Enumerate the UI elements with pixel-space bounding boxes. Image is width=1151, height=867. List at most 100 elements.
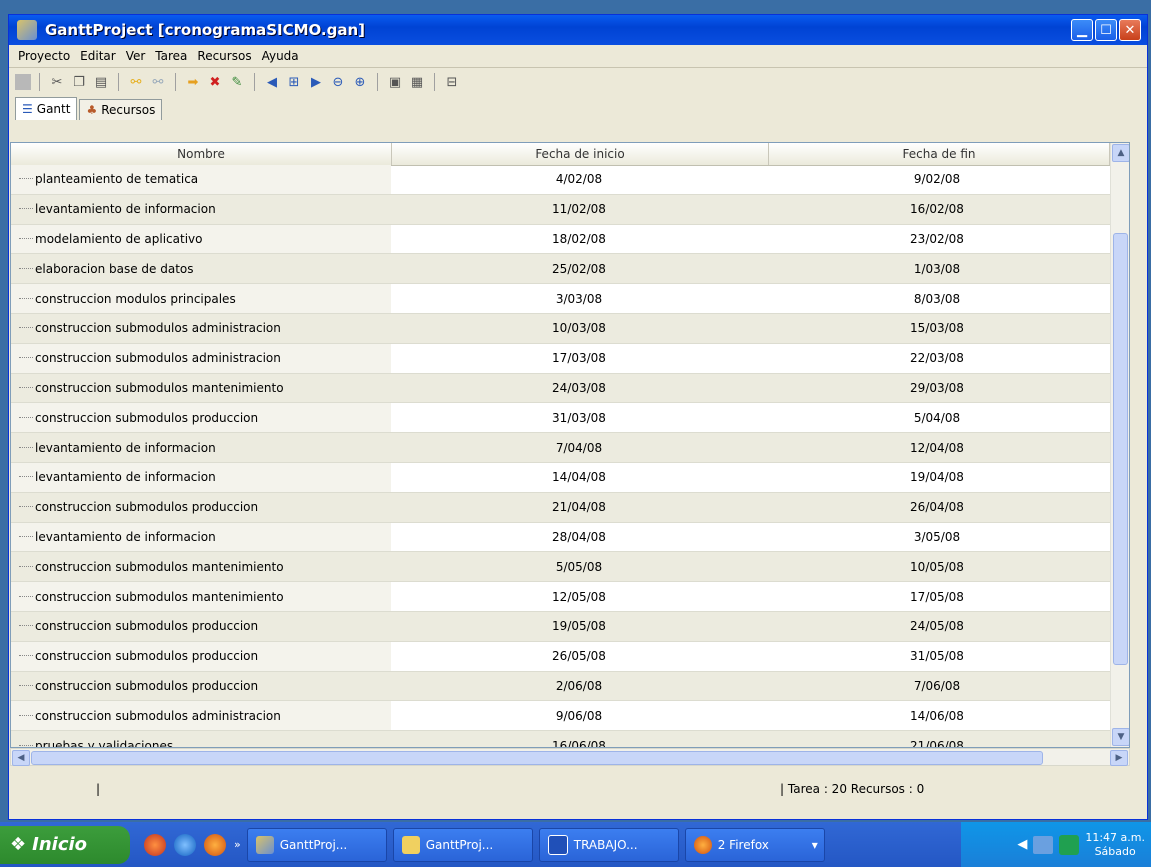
table-row[interactable]: construccion submodulos administracion 17… (11, 343, 1111, 374)
tab-recursos[interactable]: ♣ Recursos (79, 99, 163, 120)
ie-icon[interactable] (174, 833, 196, 856)
start-date-cell[interactable]: 3/03/08 (391, 284, 767, 313)
end-date-cell[interactable]: 26/04/08 (767, 493, 1107, 522)
end-date-cell[interactable]: 14/06/08 (767, 701, 1107, 730)
table-row[interactable]: construccion submodulos mantenimiento 24/… (11, 373, 1111, 404)
table-row[interactable]: construccion submodulos produccion 21/04/… (11, 492, 1111, 523)
horizontal-scroll-thumb[interactable] (31, 751, 1043, 765)
task-name-cell[interactable]: construccion submodulos produccion (11, 403, 391, 433)
paste-icon[interactable]: ▤ (92, 73, 110, 91)
start-date-cell[interactable]: 14/04/08 (391, 463, 767, 492)
table-row[interactable]: construccion submodulos produccion 26/05/… (11, 641, 1111, 672)
start-date-cell[interactable]: 19/05/08 (391, 612, 767, 641)
task-name-cell[interactable]: elaboracion base de datos (11, 254, 391, 284)
new-task-icon[interactable]: ➡ (184, 73, 202, 91)
start-date-cell[interactable]: 31/03/08 (391, 403, 767, 432)
start-date-cell[interactable]: 9/06/08 (391, 701, 767, 730)
clock[interactable]: 11:47 a.m. Sábado (1085, 831, 1145, 859)
task-name-cell[interactable]: construccion modulos principales (11, 284, 391, 313)
network-icon[interactable] (1033, 835, 1054, 854)
task-name-cell[interactable]: construccion submodulos mantenimiento (11, 373, 391, 403)
tab-gantt[interactable]: ☰ Gantt (15, 97, 78, 120)
zoom-in-icon[interactable]: ⊕ (351, 73, 369, 91)
menu-recursos[interactable]: Recursos (192, 49, 256, 63)
table-row[interactable]: construccion submodulos produccion 2/06/0… (11, 671, 1111, 702)
start-date-cell[interactable]: 2/06/08 (391, 672, 767, 701)
task-firefox[interactable]: 2 Firefox ▾ (684, 827, 825, 862)
menu-proyecto[interactable]: Proyecto (13, 49, 75, 63)
menu-editar[interactable]: Editar (75, 49, 121, 63)
start-date-cell[interactable]: 25/02/08 (391, 254, 767, 283)
end-date-cell[interactable]: 19/04/08 (767, 463, 1107, 492)
task-name-cell[interactable]: pruebas y validaciones (11, 731, 391, 747)
menu-ayuda[interactable]: Ayuda (257, 49, 304, 63)
maximize-button[interactable]: ☐ (1095, 19, 1117, 41)
start-button[interactable]: ❖ Inicio (0, 825, 130, 864)
end-date-cell[interactable]: 24/05/08 (767, 612, 1107, 641)
start-date-cell[interactable]: 18/02/08 (391, 225, 767, 254)
task-name-cell[interactable]: levantamiento de informacion (11, 194, 391, 224)
scroll-left-arrow-icon[interactable]: ◀ (12, 750, 30, 766)
print-icon[interactable]: ▦ (408, 73, 426, 91)
task-name-cell[interactable]: construccion submodulos produccion (11, 611, 391, 641)
start-date-cell[interactable]: 10/03/08 (391, 314, 767, 343)
end-date-cell[interactable]: 21/06/08 (767, 731, 1107, 747)
table-row[interactable]: construccion submodulos produccion 31/03/… (11, 403, 1111, 434)
end-date-cell[interactable]: 16/02/08 (767, 195, 1107, 224)
link-icon[interactable]: ⚯ (127, 73, 145, 91)
minimize-button[interactable]: ▁ (1071, 19, 1093, 41)
task-name-cell[interactable]: construccion submodulos administracion (11, 343, 391, 373)
table-row[interactable]: construccion modulos principales 3/03/08 8… (11, 284, 1111, 314)
outline-icon[interactable]: ⊟ (443, 73, 461, 91)
scroll-down-icon[interactable]: ▼ (1112, 728, 1129, 746)
vertical-scroll-thumb[interactable] (1113, 233, 1128, 665)
start-date-cell[interactable]: 17/03/08 (391, 344, 767, 373)
task-name-cell[interactable]: construccion submodulos produccion (11, 492, 391, 522)
end-date-cell[interactable]: 31/05/08 (767, 642, 1107, 671)
title-bar[interactable]: GanttProject [cronogramaSICMO.gan] ▁ ☐ ✕ (9, 15, 1147, 45)
table-row[interactable]: pruebas y validaciones 16/06/08 21/06/08 (11, 731, 1111, 747)
horizontal-scrollbar[interactable]: ◀ ▶ (10, 748, 1130, 766)
task-name-cell[interactable]: levantamiento de informacion (11, 433, 391, 462)
start-date-cell[interactable]: 11/02/08 (391, 195, 767, 224)
table-row[interactable]: elaboracion base de datos 25/02/08 1/03/08 (11, 254, 1111, 285)
end-date-cell[interactable]: 7/06/08 (767, 672, 1107, 701)
task-name-cell[interactable]: construccion submodulos mantenimiento (11, 552, 391, 582)
scroll-up-icon[interactable]: ▲ (1112, 144, 1129, 162)
scroll-left-icon[interactable]: ◀ (263, 73, 281, 91)
table-row[interactable]: planteamiento de tematica 4/02/08 9/02/08 (11, 165, 1111, 195)
task-name-cell[interactable]: modelamiento de aplicativo (11, 224, 391, 254)
end-date-cell[interactable]: 8/03/08 (767, 284, 1107, 313)
start-date-cell[interactable]: 28/04/08 (391, 523, 767, 552)
center-icon[interactable]: ⊞ (285, 73, 303, 91)
end-date-cell[interactable]: 22/03/08 (767, 344, 1107, 373)
scroll-right-arrow-icon[interactable]: ▶ (1110, 750, 1128, 766)
unlink-icon[interactable]: ⚯ (149, 73, 167, 91)
task-name-cell[interactable]: planteamiento de tematica (11, 165, 391, 194)
task-name-cell[interactable]: construccion submodulos mantenimiento (11, 582, 391, 611)
end-date-cell[interactable]: 1/03/08 (767, 254, 1107, 283)
cut-icon[interactable]: ✂ (48, 73, 66, 91)
end-date-cell[interactable]: 15/03/08 (767, 314, 1107, 343)
table-row[interactable]: modelamiento de aplicativo 18/02/08 23/02/… (11, 224, 1111, 255)
task-name-cell[interactable]: construccion submodulos administracion (11, 701, 391, 731)
end-date-cell[interactable]: 5/04/08 (767, 403, 1107, 432)
column-header-nombre[interactable]: Nombre (11, 143, 392, 165)
table-row[interactable]: construccion submodulos mantenimiento 12/… (11, 582, 1111, 612)
menu-tarea[interactable]: Tarea (150, 49, 192, 63)
end-date-cell[interactable]: 10/05/08 (767, 552, 1107, 581)
copy-icon[interactable]: ❐ (70, 73, 88, 91)
end-date-cell[interactable]: 29/03/08 (767, 374, 1107, 403)
table-row[interactable]: levantamiento de informacion 7/04/08 12/04… (11, 433, 1111, 463)
start-date-cell[interactable]: 5/05/08 (391, 552, 767, 581)
start-date-cell[interactable]: 16/06/08 (391, 731, 767, 747)
start-date-cell[interactable]: 26/05/08 (391, 642, 767, 671)
table-row[interactable]: construccion submodulos produccion 19/05/… (11, 611, 1111, 642)
start-date-cell[interactable]: 21/04/08 (391, 493, 767, 522)
end-date-cell[interactable]: 9/02/08 (767, 165, 1107, 194)
app-tray-icon[interactable] (1059, 834, 1080, 855)
close-button[interactable]: ✕ (1119, 19, 1141, 41)
task-name-cell[interactable]: construccion submodulos produccion (11, 641, 391, 671)
end-date-cell[interactable]: 12/04/08 (767, 433, 1107, 462)
menu-ver[interactable]: Ver (121, 49, 151, 63)
